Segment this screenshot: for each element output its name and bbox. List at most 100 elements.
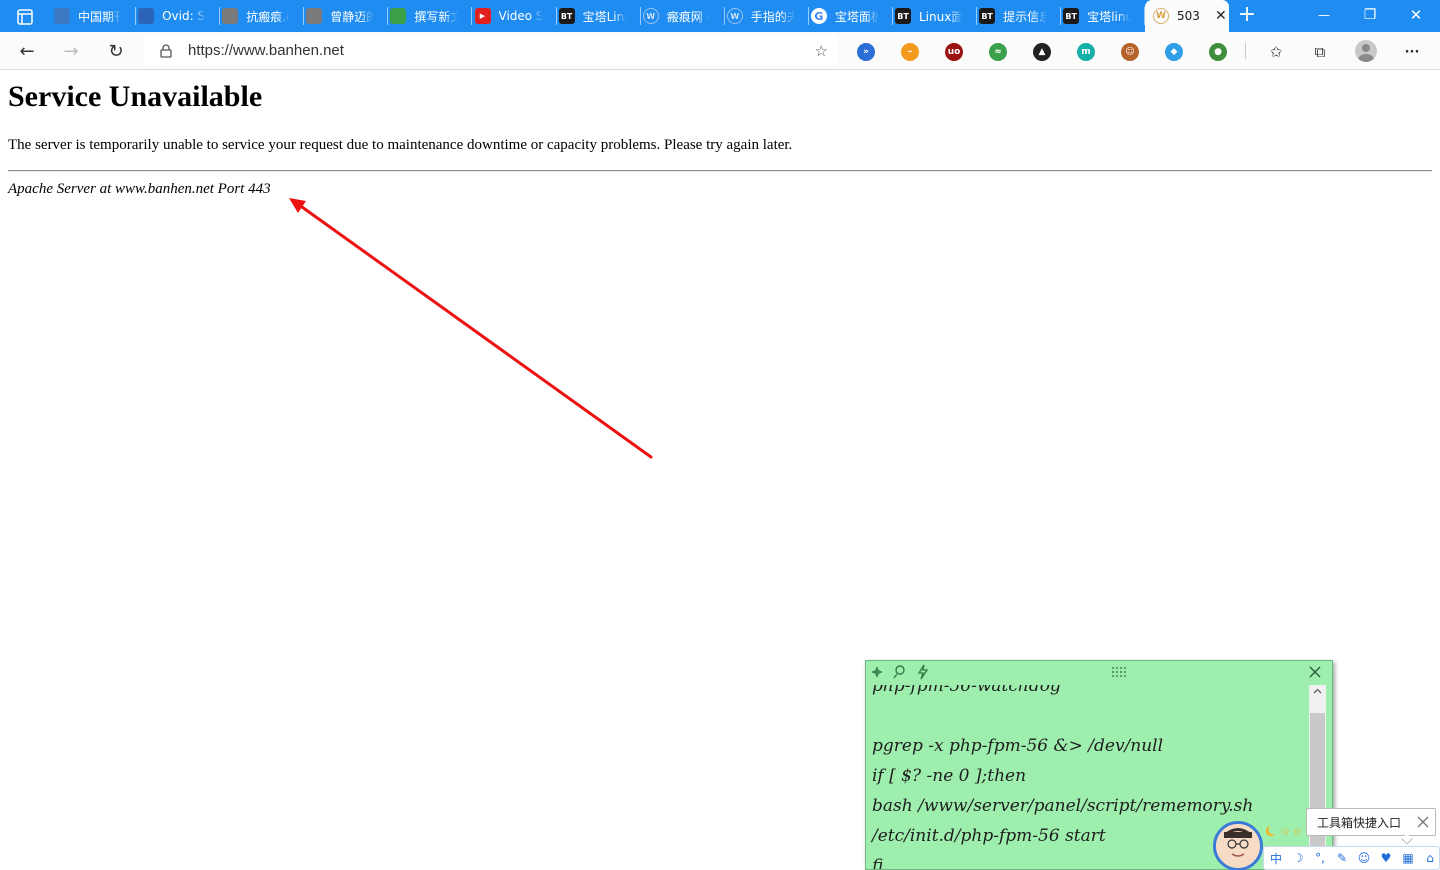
note-line <box>872 701 1253 731</box>
tab-active-title: 503 <box>1177 9 1200 23</box>
tab-title: 提示信息 <box>1003 9 1048 24</box>
tab-2[interactable]: Ovid: Se <box>136 4 221 28</box>
profile-head <box>1362 44 1370 52</box>
tab-title: 手指的夫 <box>750 9 795 24</box>
tab-6[interactable]: ▶ Video St <box>473 4 557 28</box>
tab-title: 宝塔linu <box>1087 9 1132 24</box>
collections-icon[interactable]: ⧉ <box>1309 41 1331 63</box>
svg-text:✩: ✩ <box>1293 827 1302 838</box>
tab-title: 中国期刊 <box>78 9 122 24</box>
ime-moon-icon[interactable]: ☽ <box>1290 850 1306 866</box>
sticky-note-scrollbar[interactable] <box>1309 685 1326 869</box>
note-line: if [ $? -ne 0 ];then <box>872 766 1027 786</box>
new-tab-button[interactable]: + <box>1236 4 1258 26</box>
ublock-icon[interactable]: uo <box>945 43 963 61</box>
note-line: pgrep -x php-fpm-56 &> /dev/null <box>872 736 1164 756</box>
lightning-icon[interactable] <box>915 664 931 680</box>
ime-chinese-mode[interactable]: 中 <box>1268 850 1284 866</box>
toolbar-separator <box>1245 43 1246 59</box>
note-line: bash /www/server/panel/script/rememory.s… <box>872 796 1254 816</box>
profile-body <box>1358 54 1374 62</box>
tab-title: 瘢痕网 - <box>666 9 711 24</box>
tab-3[interactable]: 抗瘢痕.c <box>220 4 305 28</box>
profile-avatar[interactable] <box>1355 40 1377 62</box>
m-ext-icon[interactable]: m <box>1077 43 1095 61</box>
ime-avatar[interactable] <box>1213 821 1263 870</box>
add-note-icon[interactable] <box>869 664 885 680</box>
rainbow-ext-icon[interactable]: ≈ <box>989 43 1007 61</box>
tab-title: 曾静迈的 <box>330 9 375 24</box>
tab-actions-icon[interactable] <box>8 7 42 27</box>
youtube-icon: ▶ <box>474 8 491 24</box>
server-signature: Apache Server at www.banhen.net Port 443 <box>8 181 271 197</box>
tab-5[interactable]: 撰写新文 <box>388 4 473 28</box>
drag-grip-icon[interactable] <box>1112 667 1128 679</box>
ime-smiley-icon[interactable]: ☺ <box>1356 850 1372 866</box>
favorites-icon[interactable]: ✩ <box>1265 41 1287 63</box>
ime-punct-icon[interactable]: °, <box>1312 850 1328 866</box>
settings-menu-icon[interactable]: ··· <box>1401 41 1423 63</box>
tab-1[interactable]: 中国期刊 <box>52 4 136 28</box>
ime-grid-icon[interactable]: ▦ <box>1400 850 1416 866</box>
tab-title: 宝塔面板 <box>834 9 879 24</box>
close-window-button[interactable]: ✕ <box>1393 0 1439 30</box>
close-note-icon[interactable] <box>1307 664 1323 680</box>
tab-9[interactable]: W 手指的夫 <box>725 4 809 28</box>
sticky-note-titlebar[interactable] <box>866 661 1332 683</box>
globe-ext-icon[interactable]: ● <box>1209 43 1227 61</box>
bt-icon: BT <box>558 8 575 24</box>
ime-skin-stars-icon: ✩ ✩ <box>1266 826 1302 838</box>
note-line: php-fpm-56-watchdog <box>872 685 1061 696</box>
penguin-ext-icon[interactable]: ▲ <box>1033 43 1051 61</box>
sticky-note[interactable]: php-fpm-56-watchdog pgrep -x php-fpm-56 &… <box>865 660 1333 870</box>
back-button[interactable]: ← <box>12 37 42 65</box>
lock-icon[interactable] <box>160 44 172 58</box>
svg-text:✩: ✩ <box>1281 827 1290 838</box>
toolbox-tooltip: 工具箱快捷入口 <box>1306 808 1436 845</box>
tab-4[interactable]: 曾静迈的 <box>304 4 389 28</box>
bt-icon: BT <box>895 8 911 24</box>
ime-toolbar[interactable]: 中 ☽ °, ✎ ☺ ♥ ▦ ⌂ <box>1263 846 1440 870</box>
tab-title: Video St <box>498 9 543 23</box>
tab-active[interactable]: W 503 ✕ <box>1145 0 1229 32</box>
bt-icon: BT <box>1063 8 1080 24</box>
cnki-icon <box>54 8 70 24</box>
wordpress-icon: W <box>726 8 743 24</box>
scroll-up-icon[interactable] <box>1313 687 1322 696</box>
tab-10[interactable]: G 宝塔面板 <box>809 4 893 28</box>
ime-avatar-face-icon <box>1216 824 1260 868</box>
note-line: /etc/init.d/php-fpm-56 start <box>872 826 1106 846</box>
tab-12[interactable]: BT 提示信息 <box>977 4 1062 28</box>
tab-title: Linux面板 <box>919 9 963 24</box>
tab-7[interactable]: BT 宝塔Linu <box>557 4 641 28</box>
address-bar[interactable]: https://www.banhen.net ☆ <box>144 36 838 66</box>
add-favorite-icon[interactable]: ☆ <box>815 42 828 60</box>
pin-icon[interactable] <box>892 664 908 680</box>
minus-ext-icon[interactable]: – <box>901 43 919 61</box>
ovid-icon <box>138 8 155 24</box>
wordpress-icon: W <box>642 8 659 24</box>
reload-button[interactable]: ↻ <box>101 37 131 65</box>
tab-11[interactable]: BT Linux面板 <box>893 4 977 28</box>
tampermonkey-icon[interactable]: ☺ <box>1121 43 1139 61</box>
tooltip-tail <box>1401 833 1413 845</box>
wordpress-icon: W <box>1153 8 1169 24</box>
url-text[interactable]: https://www.banhen.net <box>188 42 344 59</box>
shield-ext-icon[interactable]: ◆ <box>1165 43 1183 61</box>
restore-button[interactable]: ❐ <box>1347 0 1393 30</box>
tab-13[interactable]: BT 宝塔linu <box>1061 4 1146 28</box>
ime-wrench-icon[interactable]: ✎ <box>1334 850 1350 866</box>
tooltip-close-icon[interactable] <box>1416 815 1430 829</box>
tab-title: 撰写新文 <box>414 9 459 24</box>
bt-icon: BT <box>979 8 996 24</box>
forward-button[interactable]: → <box>56 37 86 65</box>
ime-shirt-icon[interactable]: ♥ <box>1378 850 1394 866</box>
forward-ext-icon[interactable]: » <box>857 43 875 61</box>
tab-title: 宝塔Linu <box>582 9 627 24</box>
ime-lock-icon[interactable]: ⌂ <box>1422 850 1438 866</box>
tab-close-icon[interactable]: ✕ <box>1215 8 1227 24</box>
tab-8[interactable]: W 瘢痕网 - <box>641 4 725 28</box>
horizontal-rule <box>8 170 1432 172</box>
minimize-button[interactable]: — <box>1301 0 1347 30</box>
tab-title: Ovid: Se <box>162 9 206 23</box>
